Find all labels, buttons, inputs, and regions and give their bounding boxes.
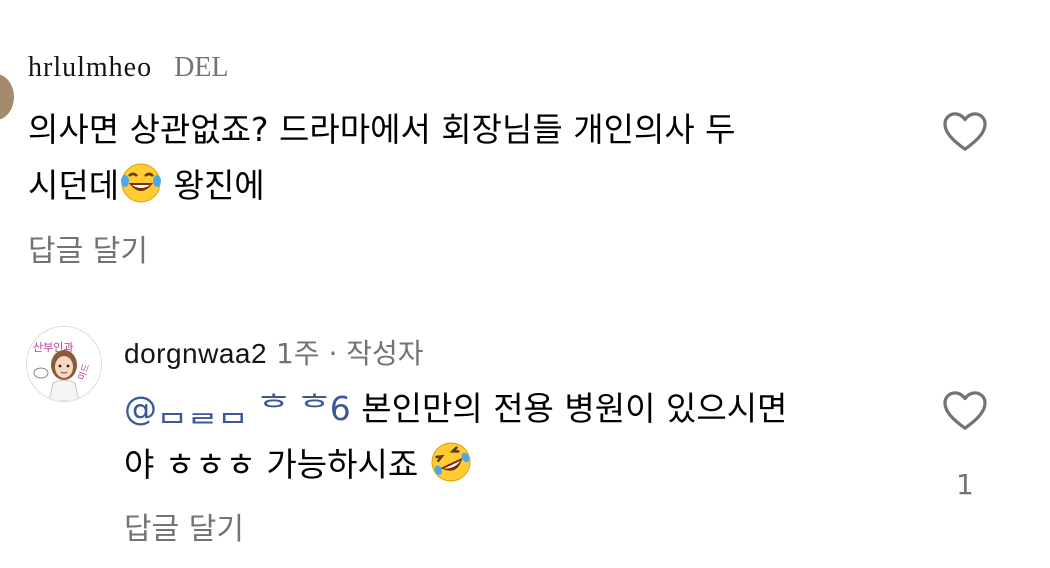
comment-meta: 1주 · 작성자 [267, 337, 424, 370]
comment-header: dorgnwaa2 1주 · 작성자 [124, 332, 424, 372]
comment-text-segment: 시던데 [28, 166, 120, 205]
reply-button[interactable]: 답글 달기 [124, 504, 244, 548]
rolling-on-floor-laughing-emoji [431, 442, 471, 482]
comment-text-line-2: 야 ㅎㅎㅎ 가능하시죠 [124, 437, 787, 493]
comment-meta: DEL [174, 52, 229, 83]
heart-outline-icon[interactable] [942, 111, 988, 153]
avatar[interactable]: 산부인과 미드 [26, 326, 102, 402]
avatar-illustration: 산부인과 미드 [27, 327, 101, 401]
username[interactable]: hrlulmheo [28, 52, 152, 83]
comment-text-line-1: @ᆷᆯᆷ ᄒ ᄒ6 본인만의 전용 병원이 있으시면 [124, 381, 787, 437]
comment-header: hrlulmheo DEL [28, 52, 229, 84]
avatar-text: 산부인과 [33, 341, 73, 354]
like-count: 1 [956, 468, 974, 501]
comment-text-segment: 야 ㅎㅎㅎ 가능하시죠 [124, 445, 429, 484]
comment-text-line-1: 의사면 상관없죠? 드라마에서 회장님들 개인의사 두 [28, 110, 736, 149]
username[interactable]: dorgnwaa2 [124, 338, 267, 369]
comment-text: 의사면 상관없죠? 드라마에서 회장님들 개인의사 두 시던데 왕진에 [28, 102, 736, 214]
comment-text: @ᆷᆯᆷ ᄒ ᄒ6 본인만의 전용 병원이 있으시면 야 ㅎㅎㅎ 가능하시죠 [124, 381, 787, 493]
comment-text-line-2: 시던데 왕진에 [28, 158, 736, 214]
heart-outline-icon[interactable] [942, 390, 988, 432]
avatar[interactable] [0, 74, 14, 120]
reply-button[interactable]: 답글 달기 [28, 226, 148, 270]
mention-link[interactable]: @ᆷᆯᆷ ᄒ ᄒ6 [124, 389, 351, 428]
comment-text-segment: 본인만의 전용 병원이 있으시면 [350, 389, 788, 428]
comment-text-segment: 왕진에 [163, 166, 265, 205]
laughing-with-tears-emoji [121, 163, 162, 203]
